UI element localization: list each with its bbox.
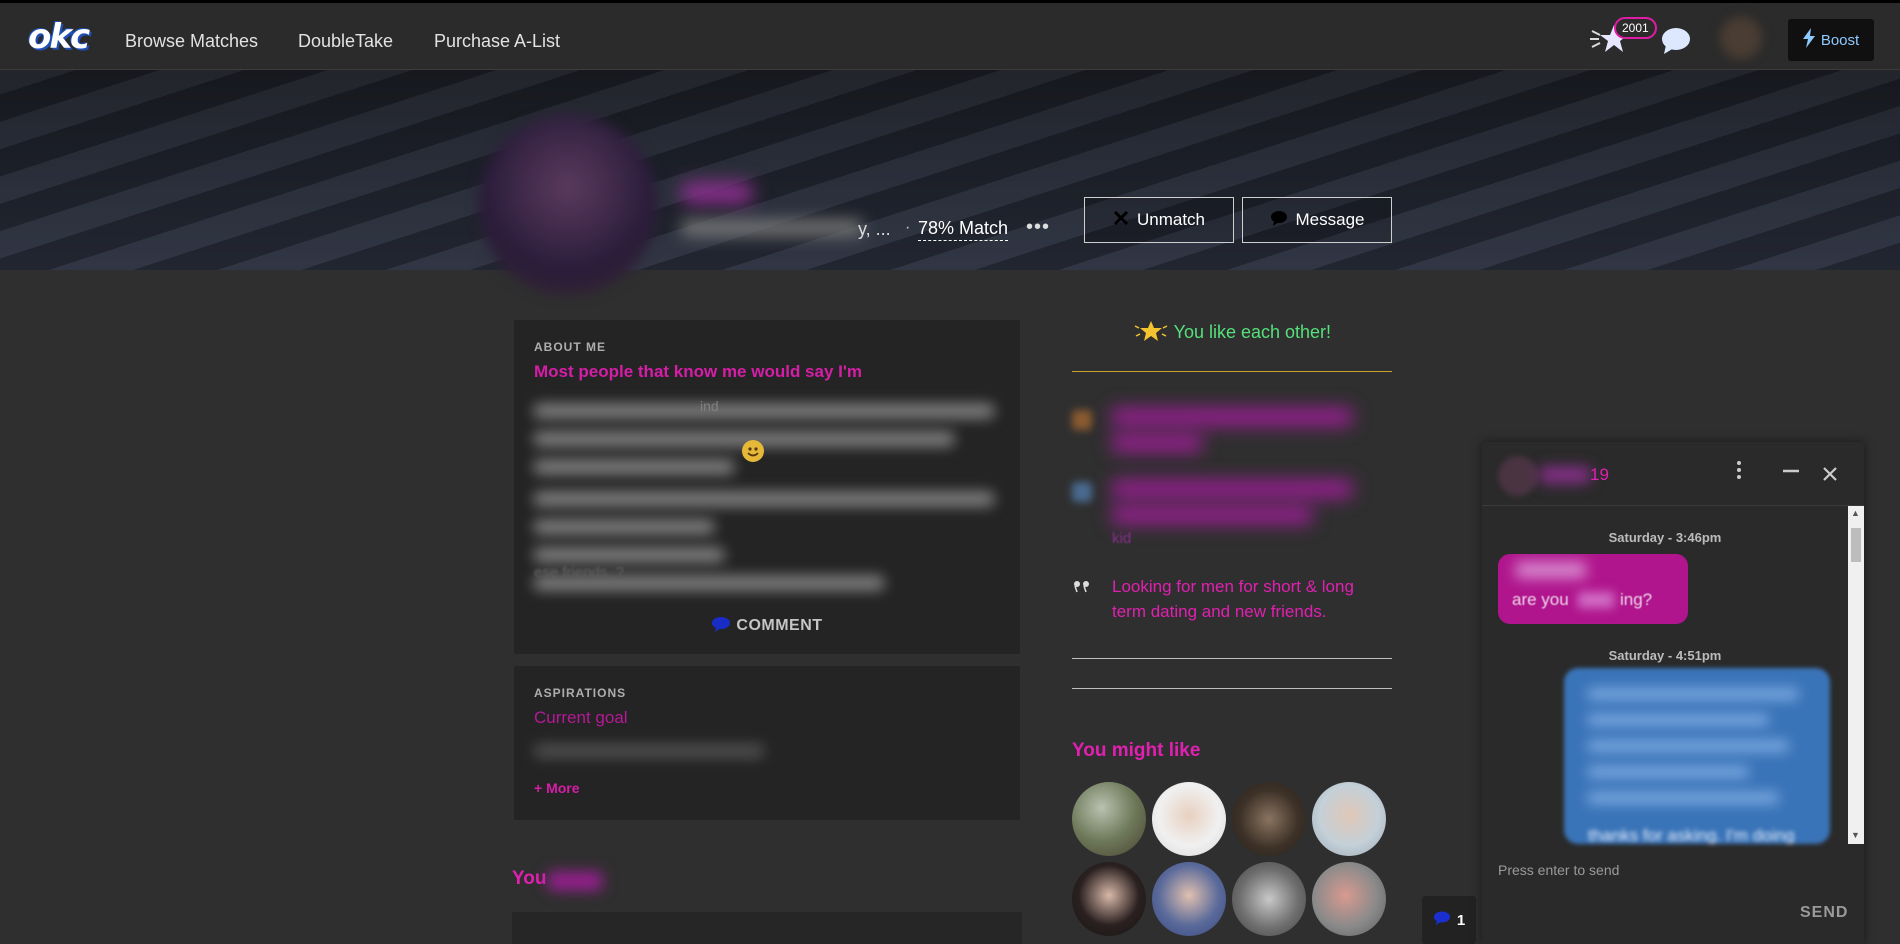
- profile-meta-tail: y, ...: [858, 219, 891, 239]
- nav-doubletake[interactable]: DoubleTake: [298, 31, 393, 52]
- unmatch-button[interactable]: Unmatch: [1084, 197, 1234, 243]
- close-chat-icon[interactable]: [1822, 462, 1838, 488]
- top-nav: okc Browse Matches DoubleTake Purchase A…: [0, 0, 1900, 70]
- chat-options-icon[interactable]: [1736, 460, 1742, 486]
- outgoing-message-tail: thanks for asking. I'm doing: [1588, 826, 1795, 844]
- okc-logo[interactable]: okc: [28, 17, 92, 57]
- suggestion-avatar-2[interactable]: [1152, 782, 1226, 856]
- message-label: Message: [1295, 210, 1365, 229]
- minimize-icon[interactable]: [1782, 460, 1800, 486]
- boost-label: Boost: [1820, 31, 1860, 49]
- suggestion-avatar-6[interactable]: [1152, 862, 1226, 936]
- divider-2: [1072, 688, 1392, 689]
- suggestion-avatar-4[interactable]: [1312, 782, 1386, 856]
- nav-purchase-a-list[interactable]: Purchase A-List: [434, 31, 560, 52]
- likes-count-badge[interactable]: 2001: [1614, 17, 1657, 39]
- chat-avatar[interactable]: [1498, 456, 1538, 496]
- quote-icon: [1073, 576, 1091, 599]
- suggestion-avatar-8[interactable]: [1312, 862, 1386, 936]
- nav-browse-matches[interactable]: Browse Matches: [125, 31, 258, 52]
- suggestion-avatar-1[interactable]: [1072, 782, 1146, 856]
- looking-for-text: Looking for men for short & long term da…: [1112, 577, 1354, 621]
- detail-row-2-tail: kid: [1112, 530, 1132, 547]
- incoming-message-bubble: are you ing?: [1498, 554, 1688, 624]
- lightning-icon: [1802, 28, 1815, 52]
- chat-unread-count: 1: [1456, 911, 1466, 929]
- message-button[interactable]: Message: [1242, 197, 1392, 243]
- message-input[interactable]: [1498, 862, 1828, 878]
- mutual-like-banner: You like each other!: [1072, 320, 1392, 372]
- profile-meta-blurred: [682, 220, 862, 236]
- chat-bubble-icon: [1433, 911, 1451, 929]
- match-percentage[interactable]: 78% Match: [918, 218, 1009, 241]
- chat-panel: 19 Saturday - 3:46pm are you ing? Saturd…: [1482, 442, 1864, 944]
- chat-scrollbar[interactable]: ▲ ▼: [1848, 506, 1864, 844]
- you-might-like-title: You might like: [1072, 740, 1201, 761]
- suggestion-avatar-7[interactable]: [1232, 862, 1306, 936]
- boost-button[interactable]: Boost: [1788, 19, 1874, 61]
- send-button[interactable]: SEND: [1800, 904, 1848, 922]
- profile-photo[interactable]: [478, 115, 658, 295]
- chat-header: 19: [1482, 442, 1864, 506]
- chat-notification-chip[interactable]: 1: [1422, 896, 1476, 944]
- meta-separator: ·: [905, 219, 911, 236]
- chat-timestamp-2: Saturday - 4:51pm: [1608, 648, 1722, 663]
- logo-text[interactable]: okc: [28, 17, 90, 57]
- chat-name-blurred: [1540, 467, 1590, 483]
- mutual-like-text: You like each other!: [1173, 322, 1332, 342]
- unmatch-label: Unmatch: [1136, 210, 1206, 229]
- suggestion-avatar-3[interactable]: [1232, 782, 1306, 856]
- incoming-message-tail: ing?: [1620, 590, 1653, 609]
- incoming-message-text: are you: [1512, 590, 1569, 609]
- scroll-thumb[interactable]: [1851, 528, 1861, 562]
- sparkle-star-icon: [1133, 321, 1174, 342]
- chat-timestamp-1: Saturday - 3:46pm: [1608, 530, 1722, 545]
- scroll-up-arrow-icon[interactable]: ▲: [1851, 508, 1860, 518]
- you-section-title-blurred: [548, 872, 602, 890]
- chat-messages[interactable]: Saturday - 3:46pm are you ing? Saturday …: [1482, 506, 1848, 844]
- messages-bubble-icon[interactable]: [1660, 27, 1692, 55]
- user-avatar[interactable]: [1720, 17, 1762, 59]
- profile-name-blurred: [682, 182, 752, 204]
- speech-bubble-icon: [1270, 210, 1288, 231]
- outgoing-message-bubble: thanks for asking. I'm doing: [1564, 668, 1830, 844]
- divider-1: [1072, 658, 1392, 659]
- scroll-down-arrow-icon[interactable]: ▼: [1851, 830, 1860, 840]
- more-options-icon[interactable]: •••: [1026, 216, 1050, 239]
- close-x-icon: [1113, 210, 1129, 231]
- you-section-card: [512, 912, 1022, 944]
- suggestion-avatar-5[interactable]: [1072, 862, 1146, 936]
- chat-user-age: 19: [1590, 465, 1609, 484]
- you-section-title: You: [512, 868, 547, 889]
